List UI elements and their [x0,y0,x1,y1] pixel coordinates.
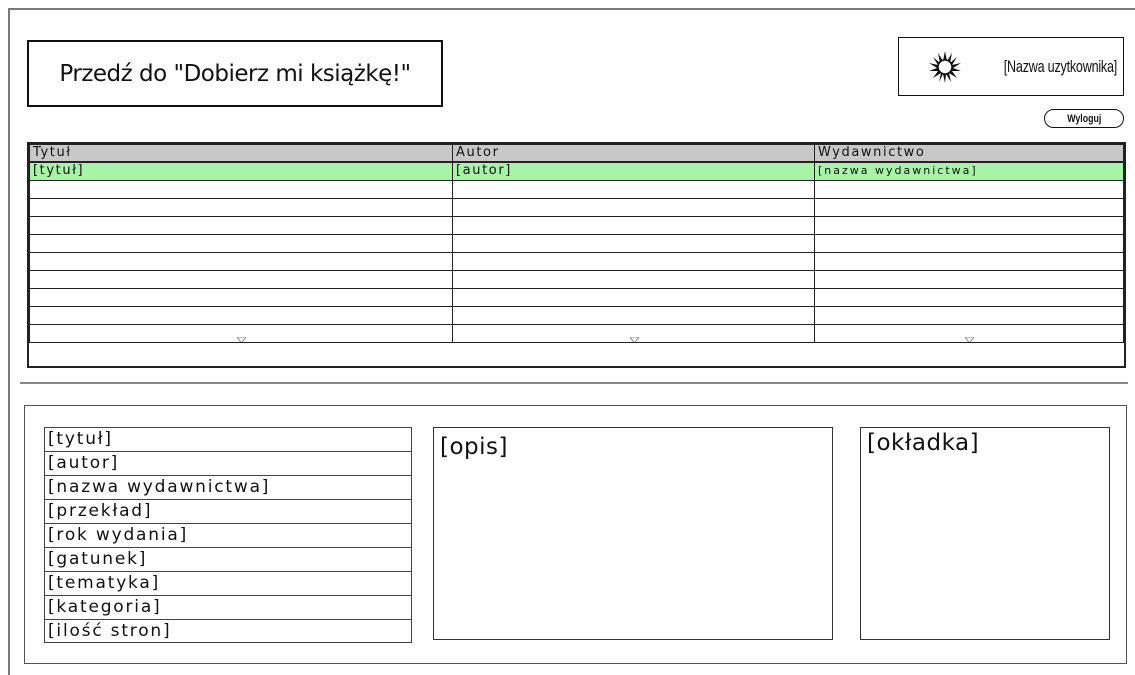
table-cell-publisher [814,305,1124,325]
table-cell-author: [autor] [452,161,815,181]
logout-label: Wyloguj [1066,112,1102,125]
table-cell-author [452,215,815,235]
table-cell-title [29,197,453,217]
user-avatar-icon [928,50,961,83]
table-row[interactable] [29,305,1124,325]
table-cell-author [452,179,815,199]
field-year: [rok wydania] [45,524,411,548]
table-cell-author [452,287,815,307]
book-fields-list: [tytuł] [autor] [nazwa wydawnictwa] [prz… [44,427,412,643]
table-cell-publisher [814,179,1124,199]
cover-image-box: [okładka] [860,427,1110,640]
chevron-down-icon[interactable] [237,336,246,343]
field-publisher: [nazwa wydawnictwa] [45,476,411,500]
table-cell-author [452,269,815,289]
table-cell-title [29,305,453,325]
table-row[interactable] [29,233,1124,253]
logout-button[interactable]: Wyloguj [1044,109,1124,128]
field-translation: [przekład] [45,500,411,524]
table-cell-title [29,269,453,289]
table-cell-author [452,305,815,325]
table-cell-title: [tytuł] [29,161,453,181]
column-header-publisher[interactable]: Wydawnictwo [814,144,1124,163]
column-header-author[interactable]: Autor [452,144,815,163]
table-cell-publisher [814,323,1124,343]
table-row[interactable] [29,287,1124,307]
table-row[interactable] [29,197,1124,217]
table-cell-author [452,197,815,217]
column-header-title[interactable]: Tytuł [29,144,453,163]
table-cell-author [452,323,815,343]
user-panel[interactable]: [Nazwa uzytkownika] [898,37,1124,96]
table-cell-title [29,287,453,307]
table-cell-title [29,179,453,199]
table-row[interactable] [29,215,1124,235]
chevron-down-icon[interactable] [629,336,639,343]
table-header-row: Tytuł Autor Wydawnictwo [29,144,1124,163]
table-row[interactable] [29,251,1124,271]
field-genre: [gatunek] [45,548,411,572]
field-author: [autor] [45,452,411,476]
table-cell-title [29,233,453,253]
table-cell-title [29,251,453,271]
table-row[interactable] [29,179,1124,199]
table-cell-author [452,251,815,271]
field-page-count: [ilość stron] [48,621,172,641]
user-name-label: [Nazwa uzytkownika] [1003,56,1117,76]
table-row[interactable] [29,269,1124,289]
goto-recommend-button[interactable]: Przedź do "Dobierz mi książkę!" [27,40,443,107]
table-cell-publisher: [nazwa wydawnictwa] [814,161,1124,181]
description-box: [opis] [433,427,833,640]
table-cell-publisher [814,287,1124,307]
table-cell-publisher [814,233,1124,253]
table-cell-publisher [814,197,1124,217]
table-row[interactable]: [tytuł] [autor] [nazwa wydawnictwa] [29,161,1124,181]
table-cell-publisher [814,251,1124,271]
book-table: Tytuł Autor Wydawnictwo [tytuł] [autor] [n… [27,142,1126,368]
field-category: [kategoria] [45,596,411,620]
table-cell-publisher [814,269,1124,289]
table-cell-publisher [814,215,1124,235]
chevron-down-icon[interactable] [965,336,974,343]
field-subject: [tematyka] [45,572,411,596]
table-cell-title [29,215,453,235]
field-title: [tytuł] [45,428,411,452]
table-cell-author [452,233,815,253]
table-row[interactable] [29,323,1124,343]
table-cell-title [29,323,453,343]
section-divider [20,382,1128,384]
